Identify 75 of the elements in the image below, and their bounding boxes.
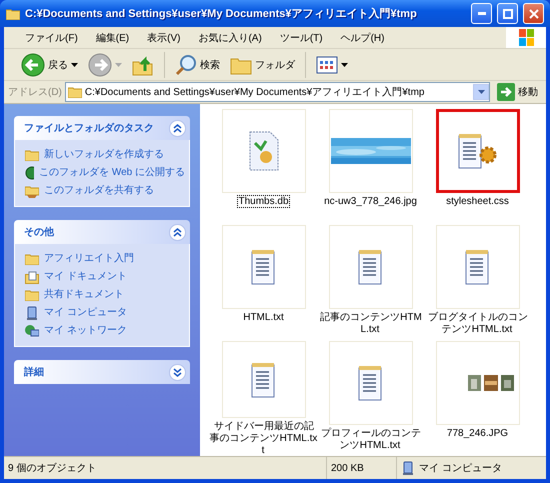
address-label: アドレス(D) xyxy=(8,86,62,99)
caret-icon xyxy=(478,90,484,94)
new-folder-icon xyxy=(25,149,39,161)
folder-icon xyxy=(25,253,39,265)
computer-icon xyxy=(401,461,415,475)
menu-item[interactable]: 表示(V) xyxy=(138,30,190,44)
folder-icon xyxy=(25,289,39,301)
collapse-button[interactable] xyxy=(169,120,186,136)
file-name: Thumbs.db xyxy=(237,195,290,208)
network-icon xyxy=(25,324,39,338)
panel-title: 詳細 xyxy=(24,366,45,379)
window-title: C:¥Documents and Settings¥user¥My Documents¥アフィリエイト入門¥tmp xyxy=(25,6,418,21)
file-name: HTML.txt xyxy=(242,311,285,324)
caret-icon xyxy=(341,62,348,66)
computer-icon xyxy=(25,306,39,320)
file-name: サイドバー用最近の記事のコンテンツHTML.txt xyxy=(210,420,318,456)
file-thumbnail[interactable] xyxy=(436,109,520,193)
minimize-icon xyxy=(478,12,486,15)
task-link[interactable]: 新しいフォルダを作成する xyxy=(25,147,185,163)
file-name: 778_246.JPG xyxy=(446,427,510,440)
double-chevron-up-icon xyxy=(173,228,182,236)
dropdown-button[interactable] xyxy=(473,84,489,100)
shared-folder-icon xyxy=(25,184,39,198)
notepad-gear-icon xyxy=(458,133,498,169)
go-button[interactable]: 移動 xyxy=(493,83,542,101)
windows-logo-icon xyxy=(506,27,546,48)
folders-button[interactable]: フォルダ xyxy=(227,52,298,76)
file-name: nc-uw3_778_246.jpg xyxy=(323,195,418,208)
notepad-icon xyxy=(464,249,490,285)
search-icon xyxy=(175,54,197,76)
search-button[interactable]: 検索 xyxy=(172,52,223,78)
menu-item[interactable]: 編集(E) xyxy=(86,30,138,44)
minimize-button[interactable] xyxy=(471,3,492,24)
caret-icon xyxy=(71,62,78,66)
folder-icon xyxy=(6,8,20,20)
notepad-icon xyxy=(358,249,384,285)
close-icon xyxy=(528,8,538,18)
caret-icon xyxy=(115,62,122,66)
notepad-icon xyxy=(250,362,276,398)
total-size: 200 KB xyxy=(331,462,364,474)
task-link[interactable]: マイ ドキュメント xyxy=(25,269,185,285)
double-chevron-down-icon xyxy=(173,368,182,376)
double-chevron-up-icon xyxy=(173,124,182,132)
file-name: stylesheet.css xyxy=(445,195,510,208)
panel-title: その他 xyxy=(24,226,55,239)
task-link[interactable]: マイ コンピュータ xyxy=(25,305,185,321)
task-link[interactable]: このフォルダを共有する xyxy=(25,183,185,199)
file-name: 記事のコンテンツHTML.txt xyxy=(319,311,422,336)
menu-item[interactable]: ファイル(F) xyxy=(16,30,87,44)
close-button[interactable] xyxy=(523,3,544,24)
task-link[interactable]: このフォルダを Web に公開する xyxy=(25,165,185,181)
task-link[interactable]: 共有ドキュメント xyxy=(25,287,185,303)
notepad-icon xyxy=(358,365,384,401)
maximize-icon xyxy=(502,8,512,18)
menu-item[interactable]: お気に入り(A) xyxy=(189,30,271,44)
maximize-button[interactable] xyxy=(497,3,518,24)
object-count: 9 個のオブジェクト xyxy=(8,462,96,475)
back-button[interactable]: 戻る xyxy=(18,50,81,78)
file-name: プロフィールのコンテンツHTML.txt xyxy=(320,427,421,452)
views-icon xyxy=(316,56,338,74)
folder-up-icon xyxy=(132,54,154,76)
folder-icon xyxy=(68,86,82,98)
menu-item[interactable]: ツール(T) xyxy=(270,30,332,44)
collapse-button[interactable] xyxy=(169,224,186,240)
address-field[interactable]: C:¥Documents and Settings¥user¥My Documents¥アフィリエイト入門¥tmp xyxy=(64,82,490,102)
panel-title: ファイルとフォルダのタスク xyxy=(24,122,155,135)
menu-item[interactable]: ヘルプ(H) xyxy=(332,30,394,44)
task-link[interactable]: マイ ネットワーク xyxy=(25,323,185,339)
documents-folder-icon xyxy=(25,270,39,284)
task-link[interactable]: アフィリエイト入門 xyxy=(25,251,185,267)
zone-label: マイ コンピュータ xyxy=(419,462,502,475)
expand-button[interactable] xyxy=(169,364,186,380)
notepad-icon xyxy=(250,249,276,285)
database-file-icon xyxy=(248,131,278,171)
file-name: ブログタイトルのコンテンツHTML.txt xyxy=(427,311,528,336)
